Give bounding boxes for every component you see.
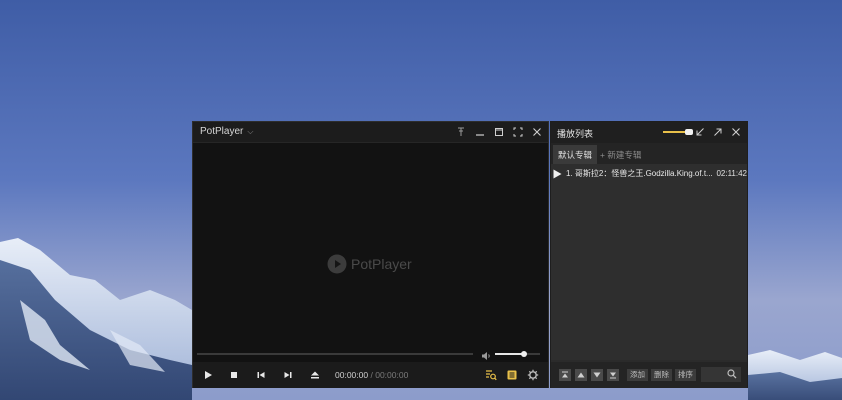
eject-icon <box>311 371 319 379</box>
volume-slider[interactable] <box>495 351 540 357</box>
collapse-icon[interactable] <box>713 125 723 139</box>
pin-icon[interactable] <box>456 125 466 139</box>
maximize-icon[interactable] <box>494 125 504 139</box>
chevron-down-icon: ⌵ <box>247 126 254 136</box>
dock-icon[interactable] <box>695 125 705 139</box>
next-icon <box>284 372 292 378</box>
remove-button[interactable]: 删除 <box>651 369 672 381</box>
fullscreen-icon[interactable] <box>513 125 523 139</box>
opacity-knob[interactable] <box>685 129 693 135</box>
eject-button[interactable] <box>308 368 322 382</box>
minimize-icon[interactable] <box>475 125 485 139</box>
move-up-button[interactable] <box>575 369 587 381</box>
list-item-duration: 02:11:42 <box>716 169 747 178</box>
playlist-title: 播放列表 <box>557 129 594 139</box>
seek-bar[interactable] <box>197 353 473 355</box>
potplayer-logo-icon <box>327 254 347 274</box>
move-down-icon <box>593 372 601 378</box>
playlist-footer: 添加 删除 排序 <box>551 362 747 388</box>
move-bottom-button[interactable] <box>607 369 619 381</box>
add-button[interactable]: 添加 <box>627 369 648 381</box>
time-total: 00:00:00 <box>375 370 409 380</box>
player-window: PotPlayer ⌵ PotPlayer 00:00:00 / 00:00:0… <box>192 121 549 388</box>
playlist-list: 1. 哥斯拉2：怪兽之王.Godzilla.King.of.t... 02:11… <box>551 164 747 360</box>
volume-fill <box>495 353 524 355</box>
tab-new-album[interactable]: + 新建专辑 <box>595 145 646 164</box>
player-controls: 00:00:00 / 00:00:00 <box>193 362 548 388</box>
playlist-panel: 播放列表 默认专辑 + 新建专辑 1. 哥斯拉2：怪兽之王.Godzilla.K… <box>550 121 748 388</box>
opacity-slider[interactable] <box>663 129 693 135</box>
previous-icon <box>257 372 265 378</box>
playlist-search-button[interactable] <box>484 368 498 382</box>
playlist-toggle-button[interactable] <box>505 368 519 382</box>
search-icon[interactable] <box>727 369 737 379</box>
settings-gear-icon <box>527 369 539 381</box>
previous-button[interactable] <box>254 368 268 382</box>
video-area[interactable]: PotPlayer <box>193 143 548 367</box>
potplayer-watermark: PotPlayer <box>327 254 412 274</box>
move-down-button[interactable] <box>591 369 603 381</box>
playlist-tabs: 默认专辑 + 新建专辑 <box>551 143 747 164</box>
tab-default-album[interactable]: 默认专辑 <box>553 145 598 164</box>
playlist-toggle-icon <box>507 370 517 380</box>
player-window-buttons <box>456 125 542 139</box>
watermark-text: PotPlayer <box>351 256 412 272</box>
move-up-icon <box>577 372 585 378</box>
playlist-search-icon <box>486 370 497 381</box>
list-item[interactable]: 1. 哥斯拉2：怪兽之王.Godzilla.King.of.t... 02:11… <box>553 167 747 180</box>
play-icon <box>205 371 212 379</box>
stop-icon <box>231 372 237 378</box>
playlist-search-input[interactable] <box>701 367 741 382</box>
playlist-titlebar: 播放列表 <box>551 122 747 143</box>
sort-button[interactable]: 排序 <box>675 369 696 381</box>
volume-knob[interactable] <box>521 351 527 357</box>
playlist-window-buttons <box>695 125 741 139</box>
app-menu-button[interactable]: PotPlayer ⌵ <box>200 126 253 137</box>
move-top-icon <box>562 371 568 378</box>
app-name: PotPlayer <box>200 126 244 137</box>
time-current: 00:00:00 <box>335 370 369 380</box>
settings-button[interactable] <box>526 368 540 382</box>
next-button[interactable] <box>281 368 295 382</box>
list-item-title: 1. 哥斯拉2：怪兽之王.Godzilla.King.of.t... <box>566 169 713 178</box>
now-playing-icon <box>553 169 562 178</box>
close-icon[interactable] <box>532 125 542 139</box>
player-titlebar: PotPlayer ⌵ <box>193 122 548 143</box>
time-separator: / <box>370 370 373 380</box>
stop-button[interactable] <box>227 368 241 382</box>
move-bottom-icon <box>610 372 616 379</box>
play-button[interactable] <box>201 368 215 382</box>
time-display: 00:00:00 / 00:00:00 <box>335 370 408 380</box>
playlist-close-icon[interactable] <box>731 125 741 139</box>
move-top-button[interactable] <box>559 369 571 381</box>
